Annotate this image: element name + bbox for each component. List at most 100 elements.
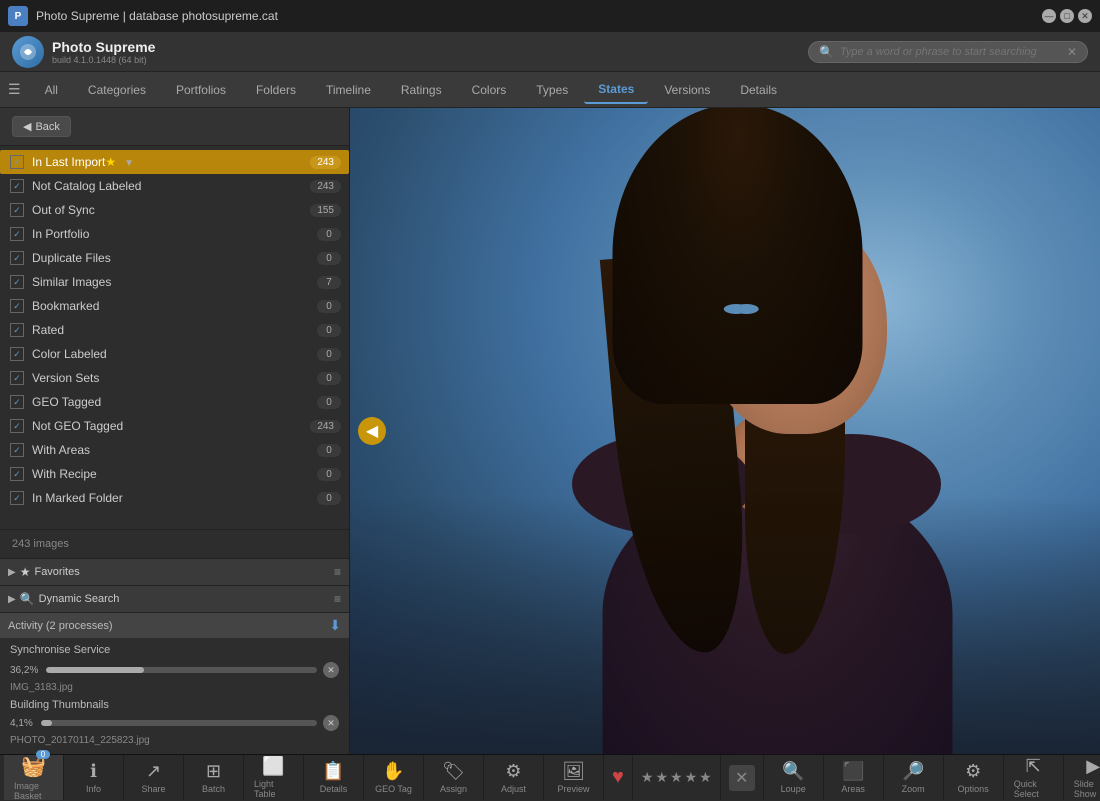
- state-checkbox[interactable]: ✓: [10, 203, 24, 217]
- star1-icon[interactable]: ★: [641, 769, 654, 786]
- search-input[interactable]: [840, 46, 1067, 58]
- state-checkbox[interactable]: ✓: [10, 251, 24, 265]
- geo-tag-button[interactable]: ✋ GEO Tag: [364, 755, 424, 800]
- dynamic-search-arrow-icon: ▶: [8, 594, 16, 605]
- areas-label: Areas: [841, 784, 865, 794]
- nav-tab-categories[interactable]: Categories: [74, 77, 160, 103]
- nav-tab-details[interactable]: Details: [726, 77, 791, 103]
- zoom-button[interactable]: 🔎 Zoom: [884, 755, 944, 800]
- state-item-version-sets[interactable]: ✓Version Sets0: [0, 366, 349, 390]
- favorites-panel: ▶ ★ Favorites ≡: [0, 559, 349, 586]
- state-item-in-last-import[interactable]: ✓In Last Import★▼243: [0, 150, 349, 174]
- progress2-cancel-button[interactable]: ✕: [323, 715, 339, 731]
- slide-show-icon: ▶: [1086, 756, 1100, 777]
- search-clear-icon[interactable]: ✕: [1067, 45, 1077, 59]
- details-button[interactable]: 📋 Details: [304, 755, 364, 800]
- share-button[interactable]: ↗ Share: [124, 755, 184, 800]
- state-checkbox[interactable]: ✓: [10, 155, 24, 169]
- state-checkbox[interactable]: ✓: [10, 179, 24, 193]
- close-button[interactable]: ✕: [1078, 9, 1092, 23]
- state-item-similar-images[interactable]: ✓Similar Images7: [0, 270, 349, 294]
- dynamic-search-menu-icon[interactable]: ≡: [334, 592, 341, 606]
- batch-button[interactable]: ⊞ Batch: [184, 755, 244, 800]
- nav-tab-folders[interactable]: Folders: [242, 77, 310, 103]
- nav-tab-states[interactable]: States: [584, 76, 648, 104]
- state-checkbox[interactable]: ✓: [10, 395, 24, 409]
- state-label: Out of Sync: [32, 203, 310, 217]
- menu-icon[interactable]: ☰: [8, 81, 21, 98]
- state-item-geo-tagged[interactable]: ✓GEO Tagged0: [0, 390, 349, 414]
- state-item-duplicate-files[interactable]: ✓Duplicate Files0: [0, 246, 349, 270]
- state-item-in-portfolio[interactable]: ✓In Portfolio0: [0, 222, 349, 246]
- state-checkbox[interactable]: ✓: [10, 371, 24, 385]
- progress1-cancel-button[interactable]: ✕: [323, 662, 339, 678]
- state-item-in-marked-folder[interactable]: ✓In Marked Folder0: [0, 486, 349, 510]
- nav-tab-colors[interactable]: Colors: [458, 77, 521, 103]
- adjust-button[interactable]: ⚙ Adjust: [484, 755, 544, 800]
- nav-tab-all[interactable]: All: [31, 77, 72, 103]
- state-filter-icon: ▼: [124, 158, 134, 169]
- state-label: With Areas: [32, 443, 317, 457]
- areas-button[interactable]: ⬛ Areas: [824, 755, 884, 800]
- reject-section: ✕: [721, 755, 764, 800]
- state-label: Similar Images: [32, 275, 317, 289]
- search-box[interactable]: 🔍 ✕: [808, 41, 1088, 63]
- heart-icon[interactable]: ♥: [612, 766, 624, 789]
- state-checkbox[interactable]: ✓: [10, 323, 24, 337]
- reject-button[interactable]: ✕: [729, 765, 755, 791]
- state-item-not-geo-tagged[interactable]: ✓Not GEO Tagged243: [0, 414, 349, 438]
- maximize-button[interactable]: □: [1060, 9, 1074, 23]
- photo-prev-button[interactable]: ◀: [358, 417, 386, 445]
- dynamic-search-panel-header[interactable]: ▶ 🔍 Dynamic Search ≡: [0, 586, 349, 612]
- state-item-not-catalog-labeled[interactable]: ✓Not Catalog Labeled243: [0, 174, 349, 198]
- quick-select-label: Quick Select: [1014, 779, 1053, 799]
- star5-icon[interactable]: ★: [699, 769, 712, 786]
- star4-icon[interactable]: ★: [685, 769, 698, 786]
- titlebar-controls[interactable]: — □ ✕: [1042, 9, 1092, 23]
- state-checkbox[interactable]: ✓: [10, 347, 24, 361]
- state-item-bookmarked[interactable]: ✓Bookmarked0: [0, 294, 349, 318]
- preview-button[interactable]: 🖼 Preview: [544, 755, 604, 800]
- back-button[interactable]: ◀ Back: [12, 116, 71, 137]
- state-checkbox[interactable]: ✓: [10, 491, 24, 505]
- options-button[interactable]: ⚙ Options: [944, 755, 1004, 800]
- nav-tab-types[interactable]: Types: [522, 77, 582, 103]
- state-item-with-areas[interactable]: ✓ With Areas0: [0, 438, 349, 462]
- state-checkbox[interactable]: ✓: [10, 467, 24, 481]
- assign-button[interactable]: 🏷 Assign: [424, 755, 484, 800]
- state-count: 0: [317, 444, 341, 457]
- state-checkbox[interactable]: ✓: [10, 419, 24, 433]
- nav-tab-portfolios[interactable]: Portfolios: [162, 77, 240, 103]
- quick-select-button[interactable]: ⇱ Quick Select: [1004, 755, 1064, 800]
- state-label: GEO Tagged: [32, 395, 317, 409]
- minimize-button[interactable]: —: [1042, 9, 1056, 23]
- nav-tab-timeline[interactable]: Timeline: [312, 77, 385, 103]
- state-item-with-recipe[interactable]: ✓With Recipe0: [0, 462, 349, 486]
- slide-show-button[interactable]: ▶ Slide Show: [1064, 755, 1100, 800]
- back-area: ◀ Back: [0, 108, 349, 146]
- state-label: In Marked Folder: [32, 491, 317, 505]
- titlebar-left: P Photo Supreme | database photosupreme.…: [8, 6, 278, 26]
- nav-tab-versions[interactable]: Versions: [650, 77, 724, 103]
- nav-tab-ratings[interactable]: Ratings: [387, 77, 456, 103]
- favorites-panel-header[interactable]: ▶ ★ Favorites ≡: [0, 559, 349, 585]
- state-checkbox[interactable]: ✓: [10, 299, 24, 313]
- light-table-button[interactable]: ⬜ Light Table: [244, 755, 304, 800]
- state-checkbox[interactable]: ✓: [10, 443, 24, 457]
- main-layout: ◀ Back ✓In Last Import★▼243✓Not Catalog …: [0, 108, 1100, 754]
- star2-icon[interactable]: ★: [655, 769, 668, 786]
- state-item-out-of-sync[interactable]: ✓ Out of Sync155: [0, 198, 349, 222]
- logo-build: build 4.1.0.1448 (64 bit): [52, 55, 155, 65]
- batch-label: Batch: [202, 784, 225, 794]
- state-item-rated[interactable]: ✓Rated0: [0, 318, 349, 342]
- favorites-menu-icon[interactable]: ≡: [334, 565, 341, 579]
- state-label: In Portfolio: [32, 227, 317, 241]
- image-basket-button[interactable]: 🧺 0 Image Basket: [4, 755, 64, 800]
- loupe-button[interactable]: 🔍 Loupe: [764, 755, 824, 800]
- state-checkbox[interactable]: ✓: [10, 227, 24, 241]
- state-checkbox[interactable]: ✓: [10, 275, 24, 289]
- star3-icon[interactable]: ★: [670, 769, 683, 786]
- info-button[interactable]: ℹ Info: [64, 755, 124, 800]
- state-item-color-labeled[interactable]: ✓Color Labeled0: [0, 342, 349, 366]
- state-count: 155: [310, 204, 341, 217]
